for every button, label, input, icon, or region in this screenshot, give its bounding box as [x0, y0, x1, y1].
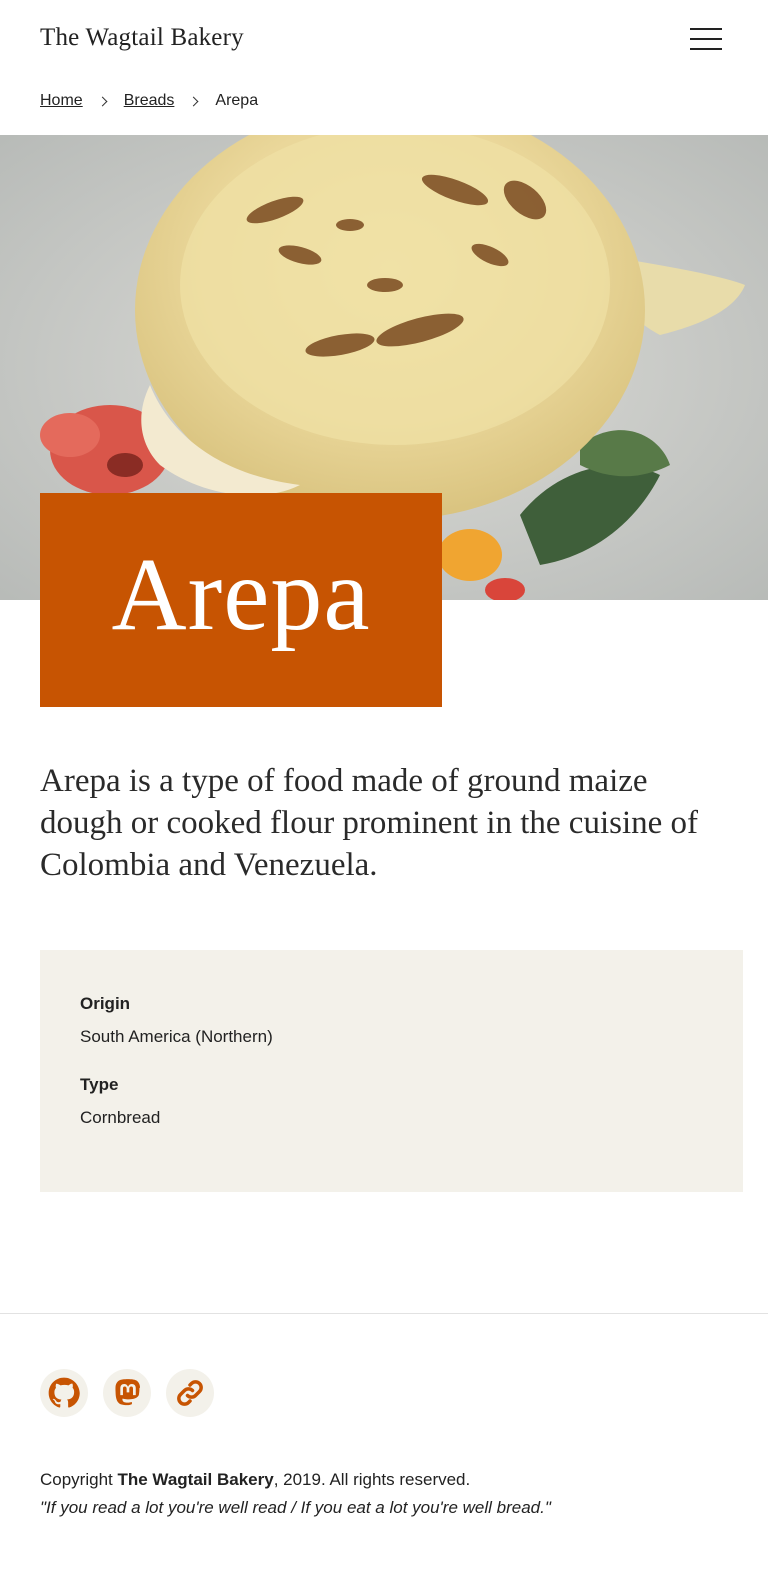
chevron-right-icon — [188, 96, 199, 106]
type-label: Type — [80, 1075, 119, 1094]
copyright-text: Copyright The Wagtail Bakery, 2019. All … — [40, 1470, 470, 1490]
origin-label: Origin — [80, 994, 131, 1013]
website-link[interactable] — [166, 1369, 214, 1417]
mastodon-icon — [115, 1379, 141, 1406]
bread-details-panel: Origin South America (Northern) Type Cor… — [40, 950, 743, 1192]
breadcrumb-current: Arepa — [215, 92, 259, 109]
breadcrumb: Home Breads Arepa — [40, 90, 258, 112]
github-icon — [48, 1377, 80, 1408]
link-icon — [177, 1380, 203, 1406]
copyright-prefix: Copyright — [40, 1470, 118, 1489]
site-header: The Wagtail Bakery — [0, 0, 768, 80]
copyright-name: The Wagtail Bakery — [117, 1470, 274, 1489]
copyright-suffix: , 2019. All rights reserved. — [273, 1470, 471, 1489]
footer-quote: "If you read a lot you're well read / If… — [40, 1498, 551, 1517]
github-link[interactable] — [40, 1369, 88, 1417]
hamburger-menu-icon[interactable] — [690, 26, 722, 52]
menu-bar — [690, 48, 722, 50]
site-title-link[interactable]: The Wagtail Bakery — [40, 24, 244, 52]
type-value: Cornbread — [80, 1108, 161, 1127]
breadcrumb-home-link[interactable]: Home — [40, 92, 83, 110]
menu-bar — [690, 38, 722, 40]
page-intro: Arepa is a type of food made of ground m… — [40, 763, 699, 883]
menu-bar — [690, 28, 722, 30]
page-title-box: Arepa — [40, 493, 442, 707]
footer-divider — [0, 1313, 768, 1314]
page-title: Arepa — [111, 537, 371, 652]
breadcrumb-breads-link[interactable]: Breads — [124, 92, 175, 110]
chevron-right-icon — [97, 96, 108, 106]
mastodon-link[interactable] — [103, 1369, 151, 1417]
origin-value: South America (Northern) — [80, 1027, 273, 1046]
